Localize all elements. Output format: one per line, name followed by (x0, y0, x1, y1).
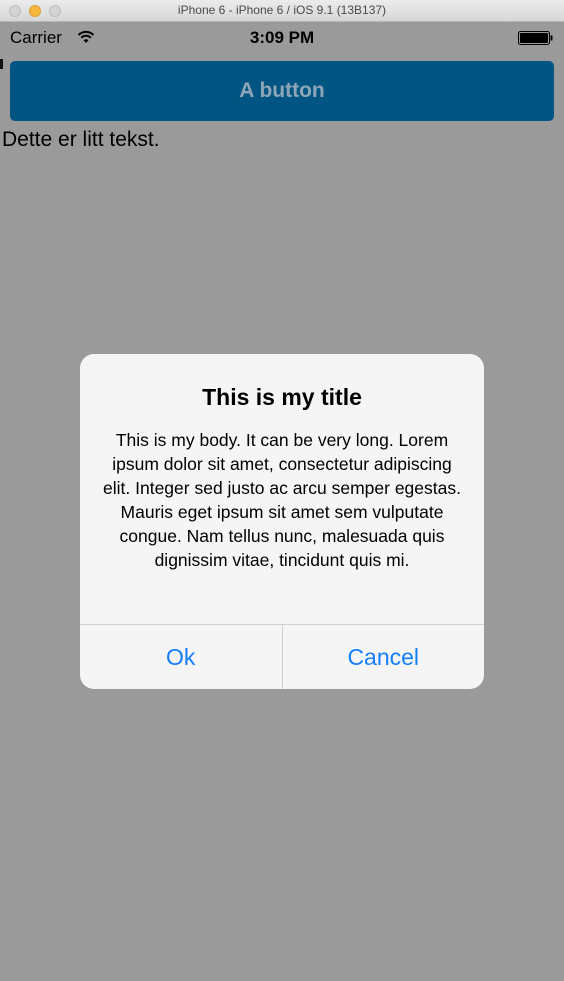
ok-button[interactable]: Ok (80, 625, 282, 689)
alert-dialog: This is my title This is my body. It can… (80, 354, 484, 689)
alert-title: This is my title (202, 384, 362, 410)
alert-message: This is my body. It can be very long. Lo… (103, 430, 461, 570)
body-text: Dette er litt tekst. (2, 128, 160, 151)
battery-icon (518, 31, 553, 45)
simulator-window: iPhone 6 - iPhone 6 / iOS 9.1 (13B137) C… (0, 0, 564, 981)
status-time: 3:09 PM (249, 28, 315, 47)
edge-marker (0, 59, 3, 69)
window-titlebar: iPhone 6 - iPhone 6 / iOS 9.1 (13B137) (0, 0, 564, 22)
cancel-button[interactable]: Cancel (281, 625, 485, 689)
device-screen: Carrier 3:09 PM A button Dette er litt t… (0, 22, 564, 981)
status-bar: Carrier 3:09 PM (0, 22, 564, 54)
alert-actions: Ok Cancel (80, 624, 484, 689)
window-title: iPhone 6 - iPhone 6 / iOS 9.1 (13B137) (177, 3, 387, 17)
a-button[interactable]: A button (10, 61, 554, 121)
